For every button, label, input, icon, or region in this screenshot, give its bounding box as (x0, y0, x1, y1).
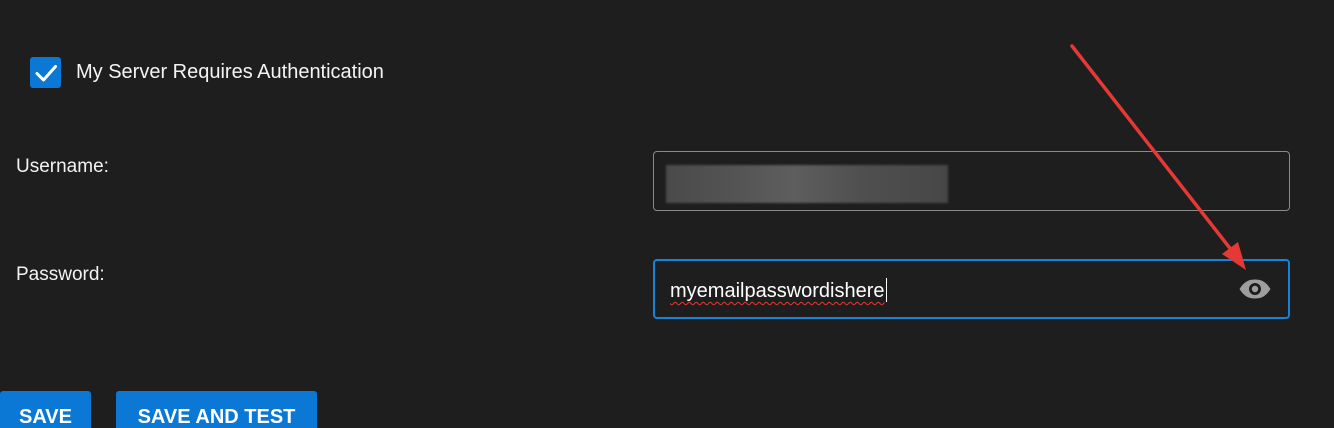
show-password-toggle[interactable] (1237, 275, 1273, 303)
password-label: Password: (16, 264, 105, 285)
save-button[interactable]: SAVE (0, 391, 91, 428)
checkmark-icon (35, 64, 57, 81)
password-input[interactable]: myemailpasswordishere (653, 259, 1290, 319)
password-value: myemailpasswordishere (670, 278, 887, 302)
redacted-username-value (666, 165, 948, 203)
username-input[interactable] (653, 151, 1290, 211)
email-auth-settings: My Server Requires Authentication Userna… (0, 0, 1334, 428)
text-caret (885, 278, 887, 302)
auth-checkbox-label[interactable]: My Server Requires Authentication (76, 61, 384, 84)
save-and-test-button[interactable]: SAVE AND TEST (116, 391, 317, 428)
eye-icon (1239, 279, 1271, 299)
username-label: Username: (16, 156, 109, 177)
auth-checkbox-row[interactable]: My Server Requires Authentication (30, 57, 384, 88)
auth-checkbox[interactable] (30, 57, 61, 88)
